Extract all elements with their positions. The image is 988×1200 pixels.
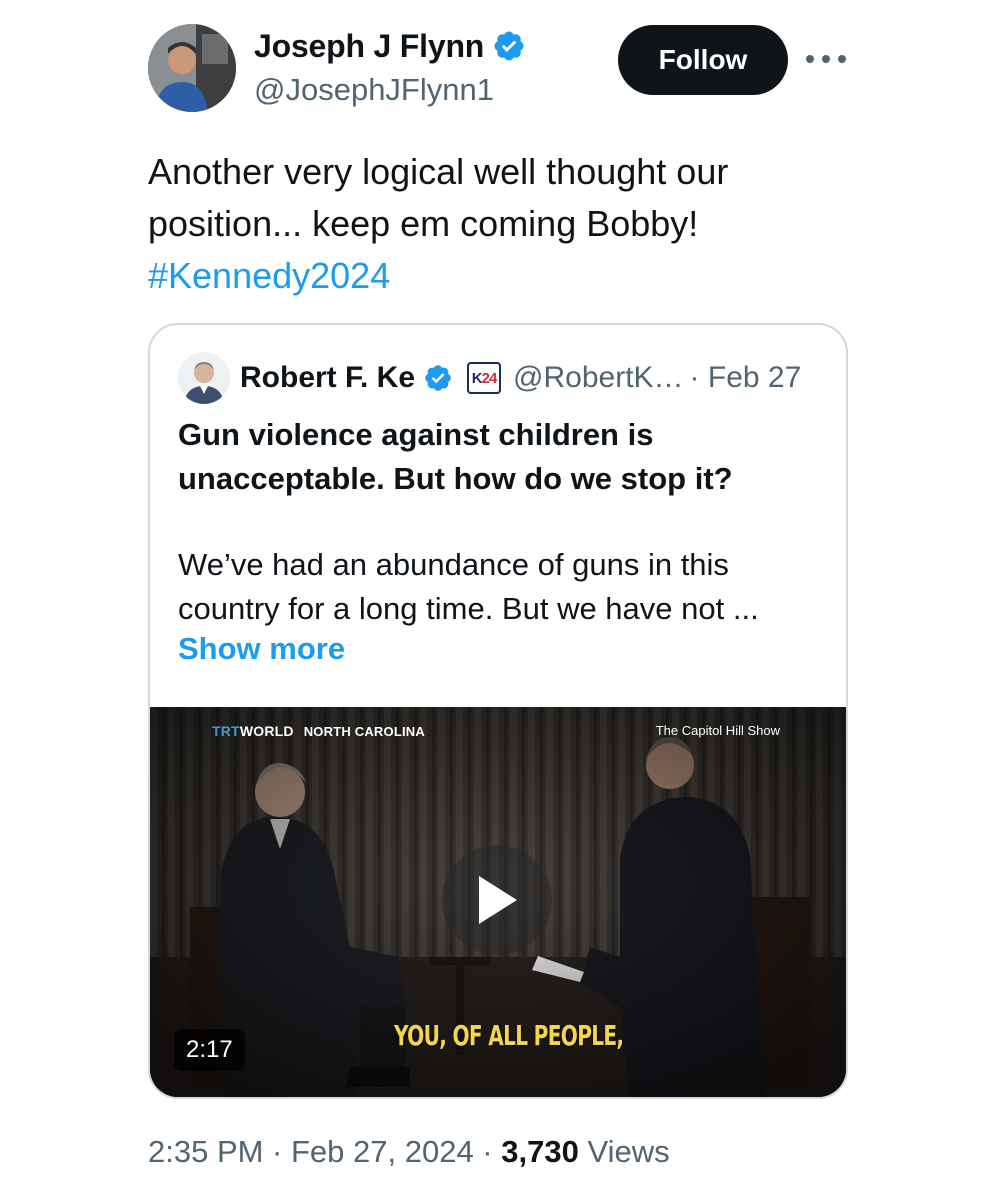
tweet-header: Joseph J Flynn @JosephJFlynn1 Follow bbox=[148, 22, 848, 118]
verified-badge-icon[interactable] bbox=[423, 363, 453, 393]
author-avatar[interactable] bbox=[148, 24, 236, 112]
views-label: Views bbox=[587, 1134, 670, 1169]
tweet-text-line: Another very logical well thought our bbox=[148, 151, 729, 192]
tweet-text-line: position... keep em coming Bobby! bbox=[148, 203, 699, 244]
verified-badge-icon[interactable] bbox=[492, 29, 526, 63]
author-handle[interactable]: @JosephJFlynn1 bbox=[254, 72, 526, 108]
views-count[interactable]: 3,730 bbox=[501, 1134, 579, 1169]
tweet-meta: 2:35 PM · Feb 27, 2024 · 3,730 Views bbox=[148, 1134, 670, 1170]
affiliate-badge-icon[interactable]: K 24 bbox=[467, 362, 502, 394]
location-label: NORTH CAROLINA bbox=[303, 724, 425, 739]
author-names: Joseph J Flynn @JosephJFlynn1 bbox=[254, 26, 526, 108]
quoted-tweet-date[interactable]: · Feb 27 bbox=[690, 361, 802, 395]
show-more-link[interactable]: Show more bbox=[178, 631, 345, 667]
show-name-label: The Capitol Hill Show bbox=[655, 723, 780, 738]
video-duration: 2:17 bbox=[174, 1029, 245, 1071]
quoted-title-line: unacceptable. But how do we stop it? bbox=[178, 461, 733, 496]
quoted-body-line: country for a long time. But we have not… bbox=[178, 591, 759, 626]
video-subtitle: YOU, OF ALL PEOPLE, bbox=[394, 1019, 624, 1052]
quoted-tweet-body: We’ve had an abundance of guns in this c… bbox=[178, 543, 828, 631]
more-horizontal-icon[interactable] bbox=[806, 44, 846, 74]
quoted-title-line: Gun violence against children is bbox=[178, 417, 654, 452]
channel-watermark: TRTWORLD NORTH CAROLINA bbox=[212, 723, 425, 739]
quoted-author-name[interactable]: Robert F. Ke bbox=[240, 361, 415, 395]
quoted-body-line: We’ve had an abundance of guns in this bbox=[178, 547, 729, 582]
tweet-text: Another very logical well thought our po… bbox=[148, 146, 848, 302]
channel-brand-b: WORLD bbox=[239, 723, 294, 739]
quoted-author-handle[interactable]: @RobertK… bbox=[513, 361, 684, 395]
channel-brand-a: TRT bbox=[212, 723, 240, 739]
hashtag-link[interactable]: #Kennedy2024 bbox=[148, 250, 848, 302]
follow-button[interactable]: Follow bbox=[618, 25, 788, 95]
quoted-tweet-card[interactable]: Robert F. Ke K 24 @RobertK… · Feb 27 Gun … bbox=[148, 323, 848, 1099]
video-player[interactable]: TRTWORLD NORTH CAROLINA The Capitol Hill … bbox=[150, 707, 846, 1097]
quoted-tweet-title: Gun violence against children is unaccep… bbox=[178, 413, 828, 501]
play-icon[interactable] bbox=[442, 845, 552, 955]
affiliate-badge-number: 24 bbox=[481, 369, 498, 387]
affiliate-badge-text: K bbox=[471, 369, 483, 387]
quoted-tweet-header: Robert F. Ke K 24 @RobertK… · Feb 27 bbox=[178, 351, 801, 405]
tweet-timestamp[interactable]: 2:35 PM · Feb 27, 2024 · bbox=[148, 1134, 493, 1169]
quoted-author-avatar[interactable] bbox=[178, 352, 230, 404]
author-display-name[interactable]: Joseph J Flynn bbox=[254, 28, 484, 65]
